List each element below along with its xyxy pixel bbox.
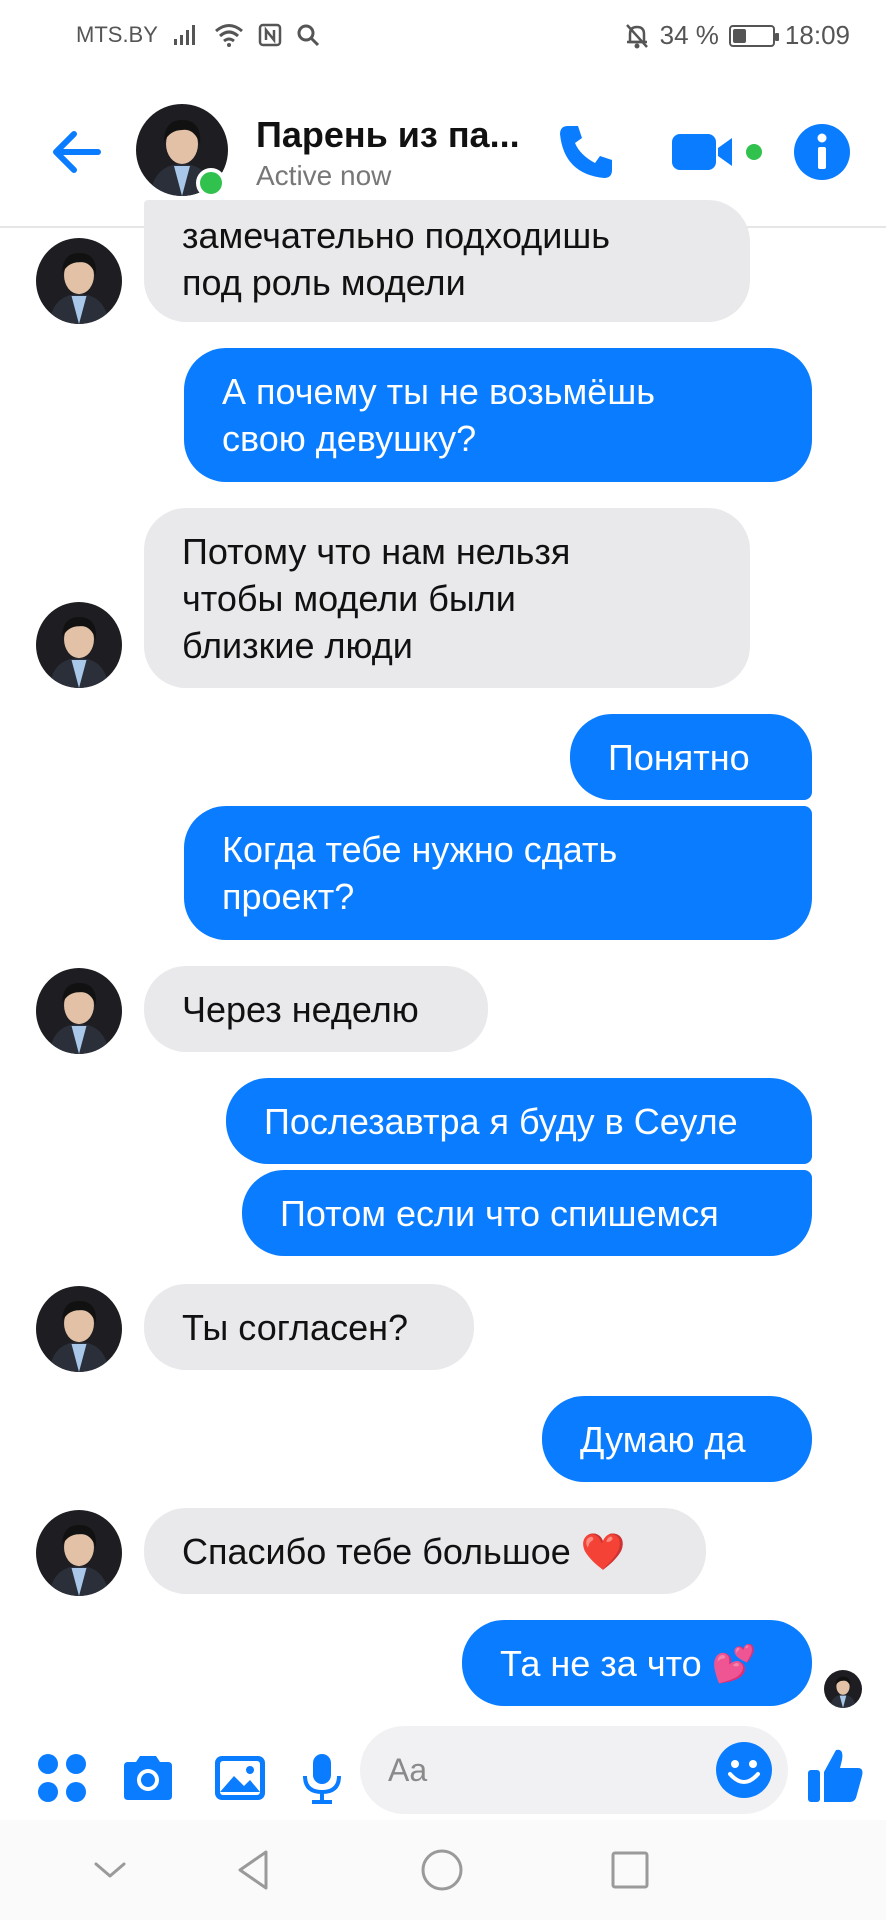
message-bubble-incoming[interactable]: Ты согласен? [144, 1284, 474, 1370]
composer [0, 1710, 886, 1830]
contact-status: Active now [256, 160, 392, 191]
microphone-icon[interactable] [294, 1750, 350, 1806]
message-bubble-outgoing[interactable]: А почему ты не возьмёшь свою девушку? [184, 348, 812, 482]
sender-avatar[interactable] [36, 968, 122, 1054]
mute-bell-icon [625, 23, 648, 48]
message-bubble-outgoing[interactable]: Потом если что спишемся [242, 1170, 812, 1256]
message-text: Потом если что спишемся [280, 1192, 719, 1234]
back-nav-icon[interactable] [226, 1842, 282, 1898]
sender-avatar[interactable] [36, 1286, 122, 1372]
nfc-icon [258, 23, 282, 47]
message-input-box[interactable] [360, 1726, 788, 1814]
status-left: MTS.BY [76, 22, 320, 48]
online-indicator [196, 168, 226, 198]
message-input[interactable] [388, 1726, 718, 1814]
home-nav-icon[interactable] [414, 1842, 470, 1898]
battery-level [732, 28, 746, 43]
message-text: Думаю да [580, 1418, 746, 1460]
signal-icon [173, 25, 195, 45]
sender-avatar[interactable] [36, 238, 122, 324]
emoji-icon[interactable] [714, 1740, 774, 1800]
message-bubble-incoming[interactable]: Спасибо тебе большое ❤️ [144, 1508, 706, 1594]
contact-name[interactable]: Парень из па... [256, 114, 520, 156]
message-bubble-outgoing[interactable]: Когда тебе нужно сдать проект? [184, 806, 812, 940]
back-arrow-icon[interactable] [46, 122, 106, 182]
status-right: 34 % 18:09 [624, 20, 850, 51]
message-text: А почему ты не возьмёшь свою девушку? [222, 371, 655, 459]
message-text: замечательно подходишь под роль модели [182, 215, 610, 303]
sender-avatar[interactable] [36, 602, 122, 688]
message-bubble-outgoing[interactable]: Послезавтра я буду в Сеуле [226, 1078, 812, 1164]
message-text: Спасибо тебе большое ❤️ [182, 1530, 626, 1572]
seen-receipt-avatar [824, 1670, 862, 1708]
thumbs-up-icon[interactable] [806, 1744, 866, 1806]
camera-icon[interactable] [120, 1750, 176, 1806]
message-text: Ты согласен? [182, 1306, 409, 1348]
message-bubble-incoming[interactable]: Потому что нам нельзя чтобы модели были … [144, 508, 750, 688]
message-text: Потому что нам нельзя чтобы модели были … [182, 530, 571, 666]
battery-percent: 34 % [659, 20, 719, 50]
video-call-icon[interactable] [670, 120, 766, 184]
sender-avatar[interactable] [36, 1510, 122, 1596]
status-bar: MTS.BY 34 % 18:09 [0, 0, 886, 70]
hide-keyboard-icon[interactable] [82, 1842, 138, 1898]
message-text: Та не за что 💕 [500, 1642, 757, 1684]
message-text: Послезавтра я буду в Сеуле [264, 1100, 738, 1142]
message-bubble-incoming[interactable]: замечательно подходишь под роль модели [144, 200, 750, 322]
carrier-label: MTS.BY [76, 22, 158, 47]
info-icon[interactable] [790, 120, 854, 184]
recents-nav-icon[interactable] [602, 1842, 658, 1898]
battery-icon [728, 24, 779, 47]
message-bubble-outgoing[interactable]: Понятно [570, 714, 812, 800]
system-nav-bar [0, 1820, 886, 1920]
gallery-icon[interactable] [212, 1750, 268, 1806]
message-bubble-outgoing[interactable]: Та не за что 💕 [462, 1620, 812, 1706]
wifi-icon [214, 24, 243, 47]
clock: 18:09 [784, 20, 850, 50]
search-icon [297, 24, 319, 47]
message-bubble-incoming[interactable]: Через неделю [144, 966, 488, 1052]
message-text: Через неделю [182, 988, 419, 1030]
message-text: Когда тебе нужно сдать проект? [222, 829, 618, 917]
message-bubble-outgoing[interactable]: Думаю да [542, 1396, 812, 1482]
message-text: Понятно [608, 736, 750, 778]
phone-call-icon[interactable] [554, 120, 618, 184]
apps-grid-icon[interactable] [34, 1750, 90, 1806]
